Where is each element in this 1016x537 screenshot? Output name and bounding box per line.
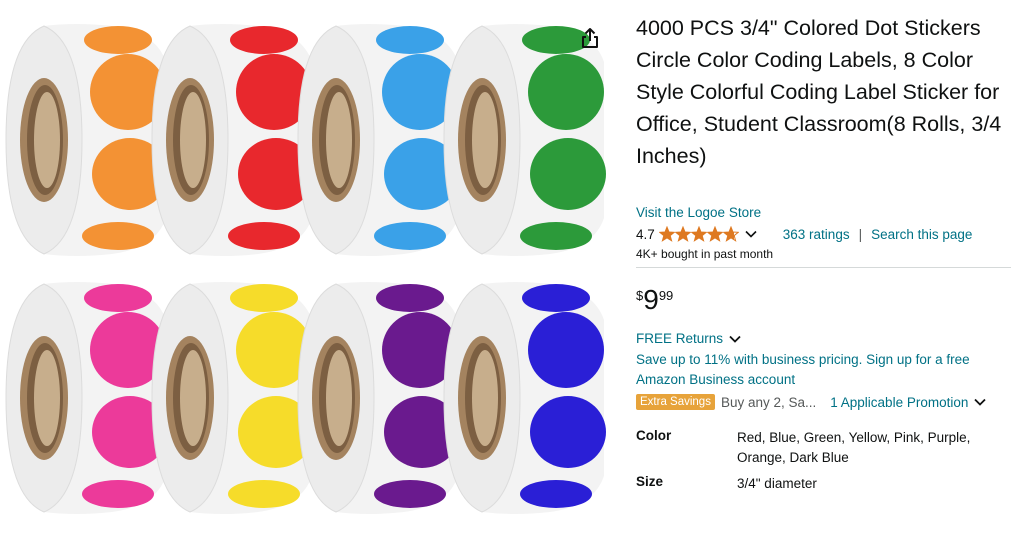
sticker-roll xyxy=(443,282,606,514)
buy-any-offer[interactable]: Buy any 2, Sa... xyxy=(721,395,816,410)
free-returns-link[interactable]: FREE Returns xyxy=(636,331,741,346)
star-icon xyxy=(706,226,723,242)
sticker-rolls-image xyxy=(5,24,606,514)
star-rating[interactable] xyxy=(658,226,739,242)
sticker-roll xyxy=(5,282,168,514)
extra-savings-badge: Extra Savings xyxy=(636,394,715,410)
sticker-roll xyxy=(297,24,460,256)
bought-count: 4K+ bought in past month xyxy=(636,247,774,261)
spec-row-color: Color Red, Blue, Green, Yellow, Pink, Pu… xyxy=(636,428,1011,468)
share-icon[interactable] xyxy=(578,26,602,50)
divider xyxy=(636,267,1011,268)
spec-value: Red, Blue, Green, Yellow, Pink, Purple, … xyxy=(737,430,971,465)
rating-value: 4.7 xyxy=(636,226,655,242)
promotion-row: Extra Savings Buy any 2, Sa... 1 Applica… xyxy=(636,392,1011,412)
search-page-link[interactable]: Search this page xyxy=(871,227,972,242)
business-pricing-link[interactable]: Save up to 11% with business pricing. Si… xyxy=(636,350,1011,390)
rating-row: 4.7 363 ratings | Search this page xyxy=(636,225,972,243)
sticker-roll xyxy=(151,282,314,514)
price-whole: 9 xyxy=(643,284,659,315)
sticker-roll xyxy=(151,24,314,256)
product-image[interactable] xyxy=(0,0,616,532)
free-returns-label: FREE Returns xyxy=(636,331,724,346)
sticker-roll xyxy=(443,24,606,256)
ratings-count-link[interactable]: 363 ratings xyxy=(783,227,850,242)
price: $ 9 99 xyxy=(636,285,673,315)
price-fraction: 99 xyxy=(658,288,674,303)
applicable-promotion-label: 1 Applicable Promotion xyxy=(830,394,969,410)
price-symbol: $ xyxy=(636,288,644,303)
chevron-down-icon[interactable] xyxy=(745,230,757,238)
store-link[interactable]: Visit the Logoe Store xyxy=(636,205,761,220)
chevron-down-icon xyxy=(729,335,741,343)
chevron-down-icon xyxy=(974,398,986,406)
spec-row-size: Size 3/4" diameter xyxy=(636,474,1011,494)
star-icon xyxy=(658,226,675,242)
star-icon xyxy=(722,226,739,242)
spec-key: Size xyxy=(636,474,664,489)
sticker-roll xyxy=(5,24,168,256)
product-title: 4000 PCS 3/4" Colored Dot Stickers Circl… xyxy=(636,16,1002,168)
sticker-roll xyxy=(297,282,460,514)
spec-value: 3/4" diameter xyxy=(737,476,817,491)
spec-key: Color xyxy=(636,428,672,443)
applicable-promotion-link[interactable]: 1 Applicable Promotion xyxy=(830,395,986,410)
star-icon xyxy=(674,226,691,242)
separator: | xyxy=(858,226,863,242)
star-icon xyxy=(690,226,707,242)
